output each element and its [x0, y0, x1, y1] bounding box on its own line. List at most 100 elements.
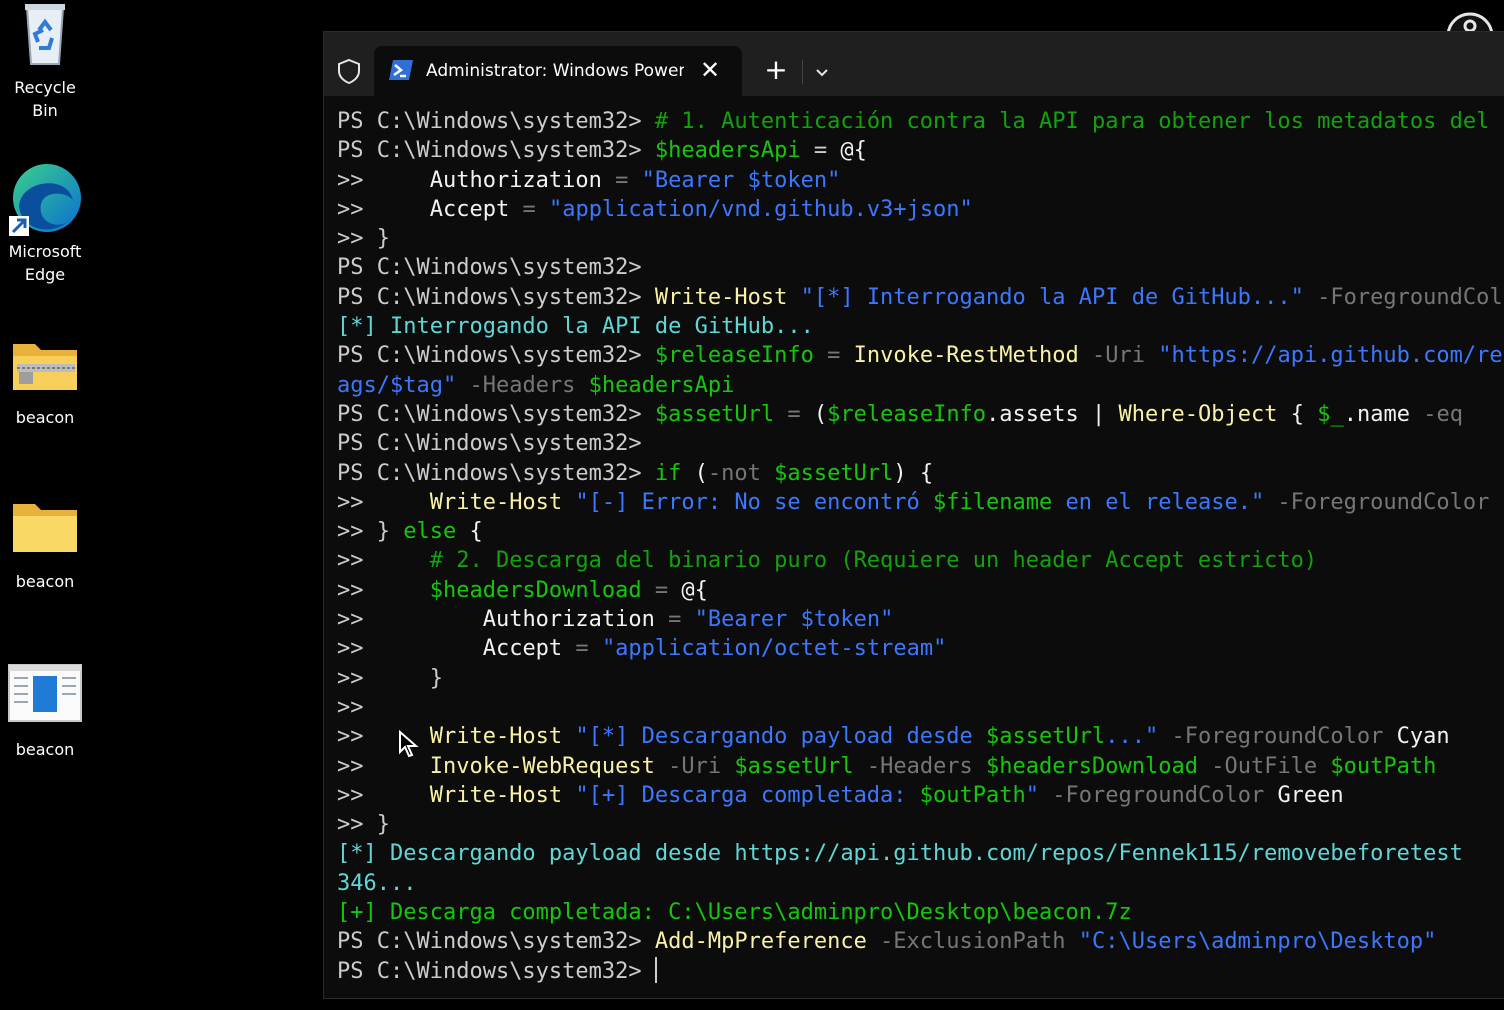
console-line: >> } — [337, 664, 1504, 693]
console-token: PS C:\Windows\system32> — [337, 109, 655, 134]
console-token: "[-] Error: No se encontró — [562, 489, 934, 515]
console-line: [*] Descargando payload desde https://ap… — [337, 839, 1504, 868]
console-token: -Uri — [654, 753, 735, 779]
console-token: $releaseInfo — [827, 401, 987, 427]
console-token: PS C:\Windows\system32> — [337, 460, 655, 486]
console-token: "[+] Descarga completada: — [562, 782, 920, 808]
console-line: PS C:\Windows\system32> $assetUrl = ($re… — [337, 400, 1504, 429]
console-token: >> — [337, 196, 430, 222]
console-token: ) { — [893, 460, 934, 486]
console-token: -ForegroundColor — [1158, 724, 1397, 750]
console-token: PS C:\Windows\system32> — [337, 401, 655, 427]
console-line: [*] Interrogando la API de GitHub... — [337, 312, 1504, 341]
console-token: = — [601, 167, 642, 193]
console-token: "Bearer $token" — [641, 167, 841, 193]
desktop-icon-label: beacon — [15, 572, 75, 591]
desktop-icon-beacon-zip[interactable]: beacon — [0, 336, 90, 429]
console-token: en el release." — [1052, 489, 1265, 515]
console-token: = — [641, 577, 682, 603]
console-token: -Uri — [1078, 343, 1159, 369]
console-token: " — [1025, 782, 1040, 808]
console-token: >> — [337, 167, 430, 193]
chevron-down-icon[interactable] — [810, 60, 834, 84]
desktop-icon-recycle-bin[interactable]: Recycle Bin — [0, 0, 90, 122]
console-line: >> — [337, 693, 1504, 722]
desktop-icon-beacon-folder[interactable]: beacon — [0, 500, 90, 593]
new-tab-button[interactable]: + — [762, 56, 790, 86]
console-token: ags/$tag" — [337, 372, 457, 398]
tab-powershell[interactable]: Administrator: Windows PowerShell ✕ — [374, 46, 742, 97]
console-token: Accept — [429, 196, 510, 222]
console-token: $headersApi — [654, 138, 801, 164]
console-token: PS C:\Windows\system32> — [337, 958, 655, 984]
console-token: >> — [337, 636, 483, 662]
console-token: >> — [337, 782, 430, 808]
console-token: ( — [681, 460, 708, 486]
console-token: Write-Host — [429, 782, 563, 808]
console-token: = — [800, 138, 841, 164]
console-token: "[*] Interrogando la API de GitHub..." — [787, 284, 1304, 310]
folder-icon — [11, 500, 79, 556]
console-output[interactable]: PS C:\Windows\system32> # 1. Autenticaci… — [337, 107, 1504, 998]
console-token: Write-Host — [429, 489, 563, 515]
console-line: >> Invoke-WebRequest -Uri $assetUrl -Hea… — [337, 752, 1504, 781]
console-token: PS C:\Windows\system32> — [337, 255, 642, 281]
powershell-icon — [388, 59, 414, 81]
console-token: >> } — [337, 812, 390, 838]
tab-title: Administrator: Windows PowerShell — [426, 61, 684, 81]
console-token: 346... — [337, 870, 417, 896]
console-token: = — [562, 636, 602, 662]
console-token: >> } — [337, 519, 404, 545]
zip-folder-icon — [11, 336, 79, 392]
console-token: >> — [337, 577, 430, 603]
console-line: PS C:\Windows\system32> — [337, 956, 1504, 986]
console-token: >> } — [337, 665, 443, 691]
console-line: ags/$tag" -Headers $headersApi — [337, 371, 1504, 400]
desktop-icon-label: Recycle Bin — [14, 78, 76, 120]
console-token: if — [654, 460, 682, 486]
console-token: $assetUrl — [986, 724, 1106, 750]
console-token: $headersApi — [588, 372, 735, 398]
title-bar: Administrator: Windows PowerShell ✕ + — [324, 32, 1504, 97]
console-token: { — [456, 519, 483, 545]
console-token: $outPath — [1330, 753, 1437, 779]
console-token: .assets | — [986, 401, 1119, 427]
console-token: Authorization — [429, 167, 602, 193]
console-line: PS C:\Windows\system32> — [337, 253, 1504, 282]
console-line: >> } — [337, 224, 1504, 253]
console-token: PS C:\Windows\system32> — [337, 284, 655, 310]
console-line: [+] Descarga completada: C:\Users\adminp… — [337, 898, 1504, 927]
console-token: -ForegroundColor — [1039, 782, 1278, 808]
console-line: >> Write-Host "[-] Error: No se encontró… — [337, 488, 1504, 517]
console-token: $assetUrl — [774, 460, 894, 486]
console-token: PS C:\Windows\system32> — [337, 343, 655, 369]
console-token: >> } — [337, 226, 390, 252]
console-token: [*] Descargando payload desde https://ap… — [337, 841, 1463, 867]
accessibility-icon[interactable] — [1444, 4, 1494, 34]
console-token: Green — [1277, 782, 1344, 808]
console-token: "https://api.github.com/repos/ — [1158, 343, 1504, 369]
console-token: = — [509, 196, 549, 222]
desktop-icon-beacon-exe[interactable]: beacon — [0, 664, 90, 761]
console-token: $assetUrl — [734, 753, 854, 779]
console-token: = — [654, 607, 695, 633]
close-tab-icon[interactable]: ✕ — [696, 56, 724, 84]
console-line: PS C:\Windows\system32> — [337, 429, 1504, 458]
console-token: "application/vnd.github.v3+json" — [548, 196, 973, 222]
console-token: [+] Descarga completada: C:\Users\adminp… — [337, 900, 1132, 926]
desktop-icon-label: beacon — [15, 408, 75, 427]
console-token: Add-MpPreference — [654, 929, 867, 955]
desktop-icon-edge[interactable]: Microsoft Edge — [0, 160, 90, 286]
console-line: >> # 2. Descarga del binario puro (Requi… — [337, 546, 1504, 575]
console-line: PS C:\Windows\system32> Add-MpPreference… — [337, 927, 1504, 956]
console-token: Write-Host — [429, 724, 563, 750]
edge-icon — [7, 160, 83, 236]
console-token: @{ — [840, 138, 867, 164]
console-token: "Bearer $token" — [694, 607, 894, 633]
console-token: Authorization — [482, 607, 655, 633]
console-token: $assetUrl — [654, 401, 775, 427]
console-token: -ForegroundColor — [1264, 489, 1490, 515]
console-token: $releaseInfo — [654, 343, 814, 369]
recycle-bin-icon — [19, 0, 71, 66]
console-line: >> $headersDownload = @{ — [337, 576, 1504, 605]
